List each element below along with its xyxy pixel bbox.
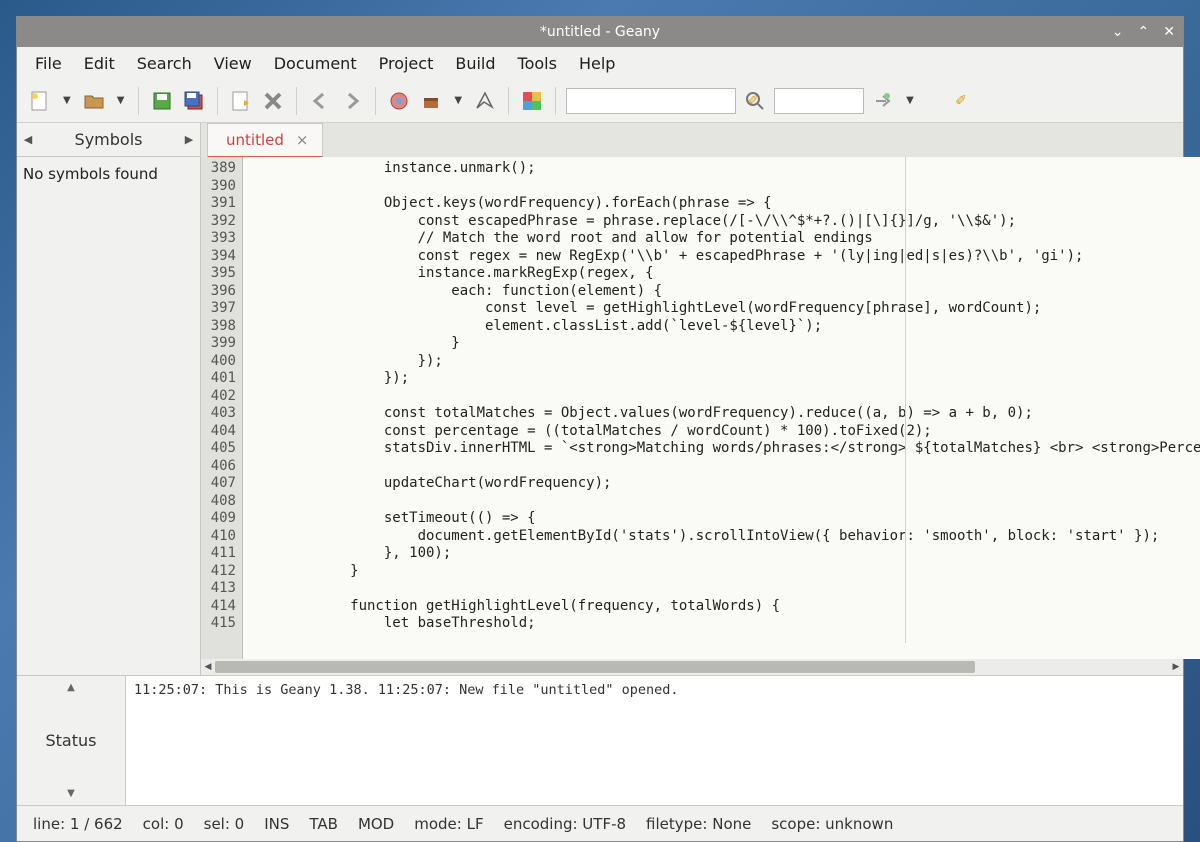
document-tabs: untitled × <box>201 123 1183 157</box>
code-area[interactable]: instance.unmark(); Object.keys(wordFrequ… <box>243 157 1200 659</box>
search-input-container: ✐ <box>566 88 736 114</box>
status-encoding: encoding: UTF-8 <box>504 815 626 833</box>
editor[interactable]: 389 390 391 392 393 394 395 396 397 398 … <box>201 157 1200 659</box>
scroll-left-icon[interactable]: ◀ <box>201 662 215 672</box>
message-window: ▲ Status ▼ 11:25:07: This is Geany 1.38.… <box>17 675 1183 805</box>
menu-search[interactable]: Search <box>127 50 202 77</box>
open-file-icon[interactable] <box>81 88 107 114</box>
run-icon[interactable] <box>472 88 498 114</box>
msg-tab-up[interactable]: ▲ <box>67 682 75 693</box>
menu-help[interactable]: Help <box>569 50 625 77</box>
status-filetype: filetype: None <box>646 815 751 833</box>
status-mod: MOD <box>358 815 394 833</box>
search-input[interactable] <box>571 93 747 108</box>
editor-zone: untitled × 389 390 391 392 393 394 395 3… <box>201 123 1183 675</box>
save-all-icon[interactable] <box>181 88 207 114</box>
status-scope: scope: unknown <box>771 815 893 833</box>
msg-tab-status[interactable]: Status <box>46 731 97 750</box>
search-icon[interactable] <box>742 88 768 114</box>
nav-back-icon[interactable] <box>307 88 333 114</box>
menu-view[interactable]: View <box>204 50 262 77</box>
menubar: File Edit Search View Document Project B… <box>17 47 1183 79</box>
status-tab: TAB <box>309 815 338 833</box>
status-messages[interactable]: 11:25:07: This is Geany 1.38. 11:25:07: … <box>125 676 1183 805</box>
main-area: ◀ Symbols ▶ No symbols found untitled × … <box>17 123 1183 675</box>
document-tab-close-icon[interactable]: × <box>296 131 309 149</box>
sidebar-tab-symbols[interactable]: Symbols <box>39 124 178 155</box>
reload-icon[interactable] <box>228 88 254 114</box>
toolbar: ▼ ▼ ▼ ✐ ✐ ▼ <box>17 79 1183 123</box>
goto-input-container: ✐ <box>774 88 864 114</box>
sidebar-content: No symbols found <box>17 157 200 191</box>
sidebar-tab-prev[interactable]: ◀ <box>17 133 39 146</box>
save-icon[interactable] <box>149 88 175 114</box>
clear-goto-icon[interactable]: ✐ <box>955 93 967 109</box>
open-file-dropdown[interactable]: ▼ <box>113 95 129 106</box>
build-dropdown[interactable]: ▼ <box>450 95 466 106</box>
compile-icon[interactable] <box>386 88 412 114</box>
print-margin <box>905 157 906 643</box>
goto-icon[interactable] <box>870 88 896 114</box>
status-line: line: 1 / 662 <box>33 815 123 833</box>
status-sel: sel: 0 <box>204 815 245 833</box>
menu-document[interactable]: Document <box>264 50 367 77</box>
new-file-dropdown[interactable]: ▼ <box>59 95 75 106</box>
new-file-icon[interactable] <box>27 88 53 114</box>
sidebar-tab-next[interactable]: ▶ <box>178 133 200 146</box>
color-picker-icon[interactable] <box>519 88 545 114</box>
sidebar: ◀ Symbols ▶ No symbols found <box>17 123 201 675</box>
menu-build[interactable]: Build <box>445 50 505 77</box>
statusbar: line: 1 / 662 col: 0 sel: 0 INS TAB MOD … <box>17 805 1183 841</box>
goto-input[interactable] <box>779 93 955 108</box>
toolbar-overflow[interactable]: ▼ <box>902 95 918 106</box>
window-title: *untitled - Geany <box>540 24 660 40</box>
hscroll-thumb[interactable] <box>215 661 975 673</box>
scroll-right-icon[interactable]: ▶ <box>1169 662 1183 672</box>
document-tab-label: untitled <box>226 131 284 149</box>
close-window-icon[interactable]: ✕ <box>1163 24 1175 40</box>
menu-tools[interactable]: Tools <box>508 50 567 77</box>
minimize-icon[interactable]: ⌄ <box>1112 24 1124 40</box>
titlebar[interactable]: *untitled - Geany ⌄ ⌃ ✕ <box>17 17 1183 47</box>
menu-file[interactable]: File <box>25 50 72 77</box>
menu-project[interactable]: Project <box>369 50 444 77</box>
maximize-icon[interactable]: ⌃ <box>1138 24 1150 40</box>
status-ins: INS <box>264 815 289 833</box>
build-icon[interactable] <box>418 88 444 114</box>
horizontal-scrollbar[interactable]: ◀ ▶ <box>201 659 1183 675</box>
nav-forward-icon[interactable] <box>339 88 365 114</box>
app-window: *untitled - Geany ⌄ ⌃ ✕ File Edit Search… <box>16 16 1184 842</box>
line-number-gutter: 389 390 391 392 393 394 395 396 397 398 … <box>201 157 243 659</box>
status-mode: mode: LF <box>414 815 483 833</box>
close-doc-icon[interactable] <box>260 88 286 114</box>
document-tab-untitled[interactable]: untitled × <box>207 123 323 158</box>
msg-tab-down[interactable]: ▼ <box>67 788 75 799</box>
menu-edit[interactable]: Edit <box>74 50 125 77</box>
status-col: col: 0 <box>143 815 184 833</box>
